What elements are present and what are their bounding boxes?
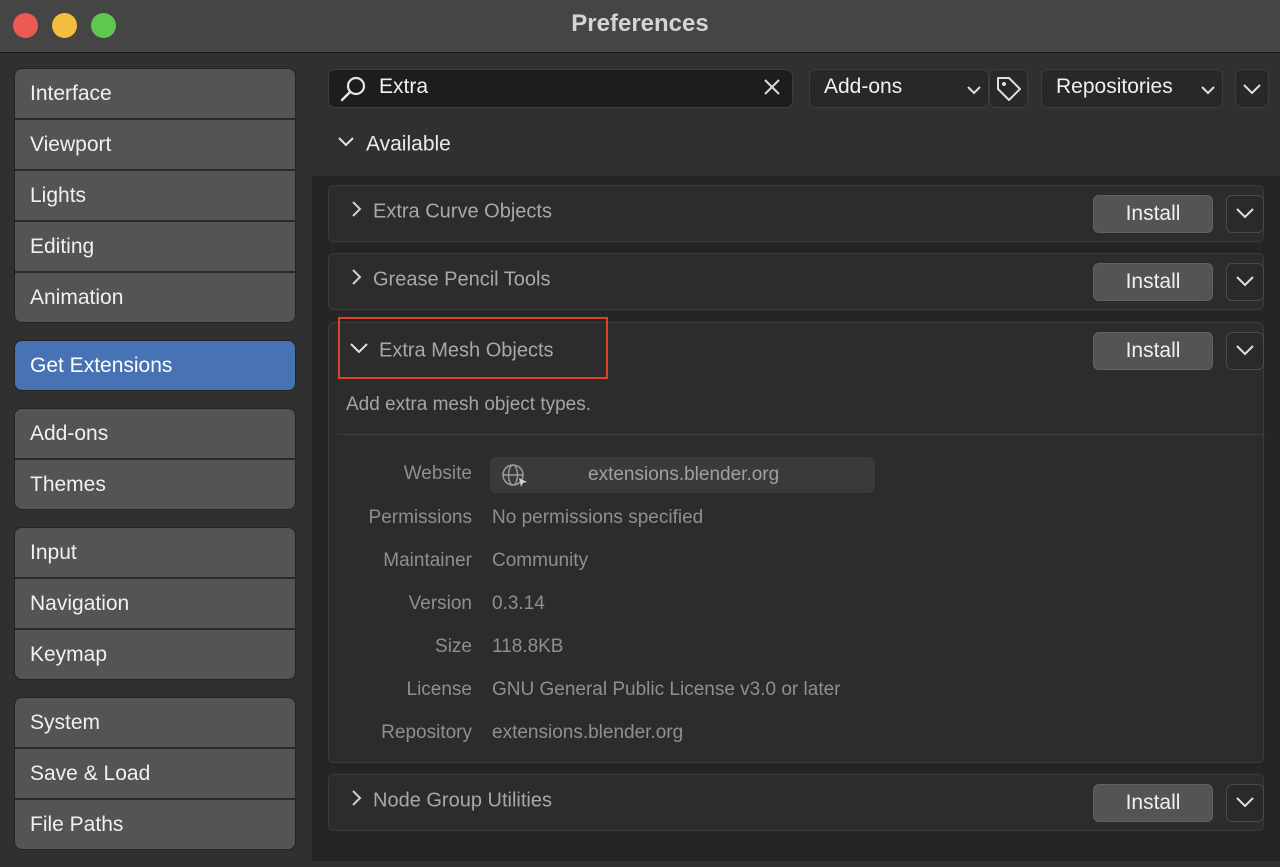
sidebar-item-interface[interactable]: Interface [15, 69, 295, 120]
version-value: 0.3.14 [492, 593, 545, 614]
sidebar-item-editing[interactable]: Editing [15, 222, 295, 273]
more-options-button[interactable] [1235, 69, 1269, 108]
extension-menu-button[interactable] [1226, 332, 1264, 370]
sidebar-item-themes[interactable]: Themes [15, 460, 295, 509]
extension-card: Extra Curve Objects Install [328, 185, 1264, 242]
search-value: Extra [379, 75, 429, 98]
sidebar-group-editing: Interface Viewport Lights Editing Animat… [14, 68, 296, 323]
tag-icon [990, 77, 1027, 111]
extension-menu-button[interactable] [1226, 784, 1264, 822]
title-bar: Preferences [0, 0, 1280, 53]
type-filter-label: Add-ons [824, 75, 903, 98]
chevron-down-icon [1236, 208, 1254, 219]
extension-card: Grease Pencil Tools Install [328, 253, 1264, 310]
chevron-down-icon [336, 132, 356, 158]
tag-filter-button[interactable] [989, 69, 1028, 108]
extension-description: Add extra mesh object types. [346, 394, 592, 415]
chevron-right-icon [349, 200, 363, 224]
chevron-down-icon [1236, 345, 1254, 356]
maintainer-label: Maintainer [383, 550, 472, 571]
sidebar-item-keymap[interactable]: Keymap [15, 630, 295, 679]
chevron-down-icon [1236, 276, 1254, 287]
sidebar-group-input: Input Navigation Keymap [14, 527, 296, 680]
sidebar-group-extensions: Get Extensions [14, 340, 296, 391]
sidebar-item-get-extensions[interactable]: Get Extensions [15, 341, 295, 390]
sidebar-group-system: System Save & Load File Paths [14, 697, 296, 850]
website-label: Website [403, 463, 472, 484]
extension-expand-toggle[interactable]: Grease Pencil Tools [349, 268, 551, 292]
chevron-down-icon [1236, 84, 1268, 111]
sidebar-item-system[interactable]: System [15, 698, 295, 749]
extension-card: Node Group Utilities Install [328, 774, 1264, 831]
sidebar-item-viewport[interactable]: Viewport [15, 120, 295, 171]
chevron-down-icon [966, 80, 982, 104]
sidebar-item-animation[interactable]: Animation [15, 273, 295, 322]
license-value: GNU General Public License v3.0 or later [492, 679, 841, 700]
repositories-dropdown[interactable]: Repositories [1041, 69, 1223, 108]
chevron-down-icon [1236, 797, 1254, 808]
sidebar-item-lights[interactable]: Lights [15, 171, 295, 222]
globe-icon [500, 463, 530, 494]
sidebar: Interface Viewport Lights Editing Animat… [14, 68, 296, 867]
chevron-down-icon [1200, 80, 1216, 104]
license-label: License [406, 679, 473, 700]
permissions-value: No permissions specified [492, 507, 704, 528]
main-panel: Extra Add-ons Repositories Available Ext… [312, 52, 1280, 861]
extension-expand-toggle[interactable]: Extra Curve Objects [349, 200, 552, 224]
window-title: Preferences [571, 10, 709, 37]
install-button[interactable]: Install [1093, 332, 1213, 370]
install-button[interactable]: Install [1093, 784, 1213, 822]
version-label: Version [408, 593, 472, 614]
sidebar-item-file-paths[interactable]: File Paths [15, 800, 295, 849]
extension-menu-button[interactable] [1226, 195, 1264, 233]
size-value: 118.8KB [492, 636, 564, 657]
type-filter-dropdown[interactable]: Add-ons [809, 69, 989, 108]
repository-value: extensions.blender.org [492, 722, 684, 743]
repository-label: Repository [381, 722, 472, 743]
website-value: extensions.blender.org [588, 464, 780, 485]
chevron-right-icon [349, 268, 363, 292]
extension-expand-toggle[interactable]: Node Group Utilities [349, 789, 552, 813]
permissions-label: Permissions [368, 507, 472, 528]
extension-name: Grease Pencil Tools [373, 268, 551, 291]
maintainer-value: Community [492, 550, 589, 571]
search-input[interactable]: Extra [328, 69, 793, 108]
search-icon [339, 75, 369, 108]
sidebar-item-navigation[interactable]: Navigation [15, 579, 295, 630]
extension-name: Extra Curve Objects [373, 200, 552, 223]
sidebar-item-add-ons[interactable]: Add-ons [15, 409, 295, 460]
sidebar-item-input[interactable]: Input [15, 528, 295, 579]
extensions-toolbar: Extra Add-ons Repositories [328, 68, 1269, 108]
sidebar-group-addons: Add-ons Themes [14, 408, 296, 510]
install-button[interactable]: Install [1093, 195, 1213, 233]
extension-menu-button[interactable] [1226, 263, 1264, 301]
install-button[interactable]: Install [1093, 263, 1213, 301]
highlight-box [338, 317, 608, 379]
chevron-right-icon [349, 789, 363, 813]
website-link-button[interactable]: extensions.blender.org [490, 457, 875, 493]
sidebar-item-save-load[interactable]: Save & Load [15, 749, 295, 800]
available-section-header[interactable]: Available [336, 132, 451, 158]
section-title: Available [366, 132, 451, 156]
repositories-label: Repositories [1056, 75, 1173, 98]
divider [338, 434, 1265, 435]
extension-name: Node Group Utilities [373, 789, 552, 812]
clear-search-icon[interactable] [762, 77, 782, 102]
size-label: Size [435, 636, 472, 657]
